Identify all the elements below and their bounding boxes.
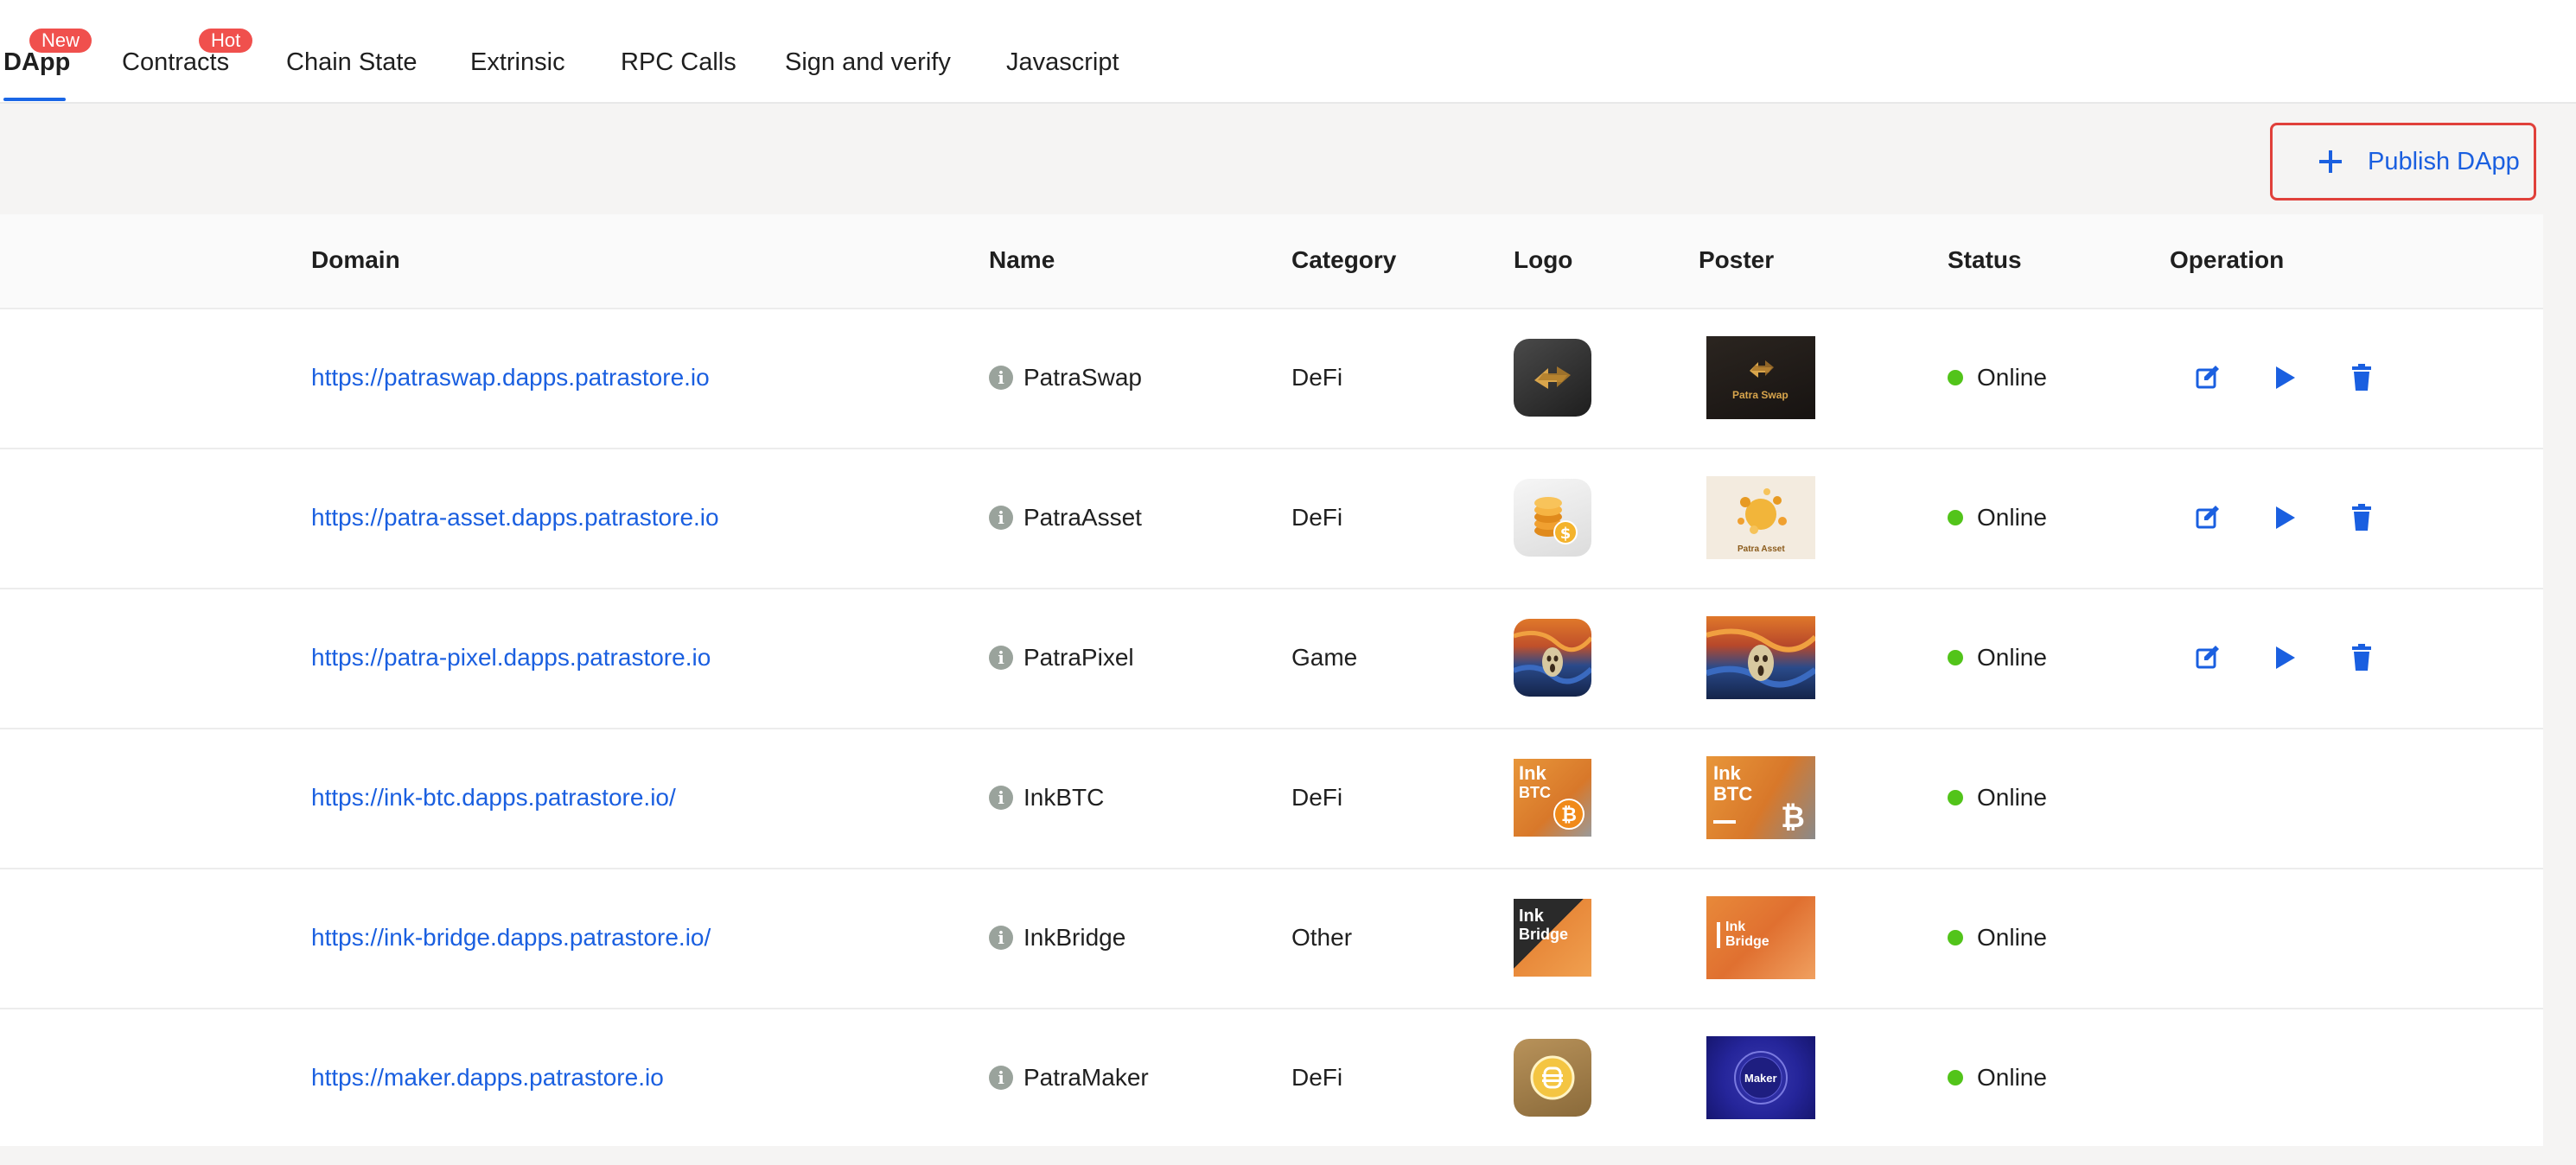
active-tab-indicator bbox=[3, 98, 66, 101]
status-text: Online bbox=[1977, 924, 2047, 951]
dapp-table: Domain Name Category Logo Poster Status … bbox=[0, 214, 2543, 1146]
tab-label: Chain State bbox=[286, 48, 418, 76]
online-status-dot bbox=[1948, 650, 1963, 665]
online-status-dot bbox=[1948, 510, 1963, 525]
tab-label: RPC Calls bbox=[621, 48, 736, 76]
dapp-category: Game bbox=[1291, 644, 1358, 671]
delete-icon[interactable] bbox=[2346, 362, 2377, 393]
online-status-dot bbox=[1948, 1070, 1963, 1085]
delete-icon[interactable] bbox=[2346, 502, 2377, 533]
dapp-category: DeFi bbox=[1291, 364, 1343, 391]
tab-rpc-calls[interactable]: RPC Calls bbox=[621, 43, 736, 81]
dapp-name: PatraSwap bbox=[1023, 364, 1142, 391]
hot-badge: Hot bbox=[199, 29, 253, 53]
status-text: Online bbox=[1977, 364, 2047, 391]
inkbridge-poster: Ink Bridge bbox=[1706, 896, 1815, 979]
inkbridge-logo: Ink Bridge bbox=[1514, 899, 1591, 977]
dapp-name: PatraMaker bbox=[1023, 1064, 1149, 1091]
domain-link[interactable]: https://ink-btc.dapps.patrastore.io/ bbox=[311, 784, 676, 812]
column-header-logo: Logo bbox=[1514, 246, 1573, 273]
column-header-operation: Operation bbox=[2170, 246, 2285, 273]
dapp-category: DeFi bbox=[1291, 504, 1343, 531]
delete-icon[interactable] bbox=[2346, 642, 2377, 673]
poster-text: Patra Swap bbox=[1732, 389, 1789, 401]
table-row: https://patra-asset.dapps.patrastore.io … bbox=[0, 448, 2543, 589]
inkbtc-logo: Ink BTC ₿ bbox=[1514, 759, 1591, 837]
edit-icon[interactable] bbox=[2192, 502, 2223, 533]
new-badge: New bbox=[29, 29, 92, 53]
patraswap-logo bbox=[1514, 339, 1591, 417]
status-text: Online bbox=[1977, 644, 2047, 671]
play-icon[interactable] bbox=[2268, 502, 2299, 533]
info-icon[interactable]: i bbox=[989, 926, 1013, 950]
dapp-category: Other bbox=[1291, 924, 1353, 951]
info-icon[interactable]: i bbox=[989, 786, 1013, 810]
dapp-category: DeFi bbox=[1291, 784, 1343, 811]
svg-text:₿: ₿ bbox=[1781, 800, 1805, 835]
tab-chain-state[interactable]: Chain State bbox=[286, 43, 418, 81]
logo-text: Ink bbox=[1519, 907, 1544, 926]
edit-icon[interactable] bbox=[2192, 642, 2223, 673]
svg-text:$: $ bbox=[1560, 525, 1572, 543]
tab-label: Sign and verify bbox=[785, 48, 951, 76]
patraasset-poster: Patra Asset bbox=[1706, 476, 1815, 559]
play-icon[interactable] bbox=[2268, 362, 2299, 393]
table-row: https://ink-bridge.dapps.patrastore.io/ … bbox=[0, 868, 2543, 1009]
column-header-domain: Domain bbox=[311, 246, 400, 273]
table-header: Domain Name Category Logo Poster Status … bbox=[0, 214, 2543, 309]
tab-extrinsic[interactable]: Extrinsic bbox=[470, 43, 565, 81]
column-header-category: Category bbox=[1291, 246, 1397, 273]
info-icon[interactable]: i bbox=[989, 1066, 1013, 1090]
patrapixel-poster bbox=[1706, 616, 1815, 699]
patraswap-poster: Patra Swap bbox=[1706, 336, 1815, 419]
svg-text:₿: ₿ bbox=[1561, 805, 1577, 826]
tab-javascript[interactable]: Javascript bbox=[1006, 43, 1119, 81]
tab-label: Extrinsic bbox=[470, 48, 565, 76]
patramaker-logo bbox=[1514, 1039, 1591, 1117]
tab-sign-and-verify[interactable]: Sign and verify bbox=[785, 43, 951, 81]
inkbtc-poster: Ink BTC ₿ bbox=[1706, 756, 1815, 839]
dapp-name: InkBTC bbox=[1023, 784, 1105, 811]
table-row: https://patra-pixel.dapps.patrastore.io … bbox=[0, 588, 2543, 729]
table-row: https://ink-btc.dapps.patrastore.io/ i I… bbox=[0, 728, 2543, 869]
status-text: Online bbox=[1977, 784, 2047, 811]
column-header-name: Name bbox=[989, 246, 1055, 273]
online-status-dot bbox=[1948, 790, 1963, 805]
domain-link[interactable]: https://patra-pixel.dapps.patrastore.io bbox=[311, 644, 711, 672]
info-icon[interactable]: i bbox=[989, 506, 1013, 530]
domain-link[interactable]: https://ink-bridge.dapps.patrastore.io/ bbox=[311, 924, 711, 952]
table-row: https://maker.dapps.patrastore.io i Patr… bbox=[0, 1008, 2543, 1148]
edit-icon[interactable] bbox=[2192, 362, 2223, 393]
column-header-status: Status bbox=[1948, 246, 2022, 273]
logo-text: Bridge bbox=[1519, 926, 1569, 943]
top-tab-bar: DApp New Contracts Hot Chain State Extri… bbox=[0, 0, 2576, 104]
dapp-name: InkBridge bbox=[1023, 924, 1126, 951]
status-text: Online bbox=[1977, 1064, 2047, 1091]
dapp-name: PatraPixel bbox=[1023, 644, 1134, 671]
info-icon[interactable]: i bbox=[989, 366, 1013, 390]
info-icon[interactable]: i bbox=[989, 646, 1013, 670]
dapp-name: PatraAsset bbox=[1023, 504, 1142, 531]
domain-link[interactable]: https://patra-asset.dapps.patrastore.io bbox=[311, 504, 719, 532]
dapp-category: DeFi bbox=[1291, 1064, 1343, 1091]
tab-label: Javascript bbox=[1006, 48, 1119, 76]
patramaker-poster: Maker bbox=[1706, 1036, 1815, 1119]
online-status-dot bbox=[1948, 930, 1963, 945]
column-header-poster: Poster bbox=[1699, 246, 1775, 273]
poster-text: Patra Asset bbox=[1738, 544, 1785, 554]
patraasset-logo: $ bbox=[1514, 479, 1591, 557]
poster-text: Maker bbox=[1744, 1072, 1777, 1085]
publish-dapp-button[interactable]: Publish DApp bbox=[2270, 123, 2536, 201]
plus-icon bbox=[2319, 150, 2342, 173]
status-text: Online bbox=[1977, 504, 2047, 531]
domain-link[interactable]: https://patraswap.dapps.patrastore.io bbox=[311, 364, 710, 392]
table-row: https://patraswap.dapps.patrastore.io i … bbox=[0, 308, 2543, 449]
play-icon[interactable] bbox=[2268, 642, 2299, 673]
domain-link[interactable]: https://maker.dapps.patrastore.io bbox=[311, 1064, 664, 1092]
patrapixel-logo bbox=[1514, 619, 1591, 697]
online-status-dot bbox=[1948, 370, 1963, 385]
poster-text: Ink Bridge bbox=[1725, 920, 1769, 949]
publish-dapp-label: Publish DApp bbox=[2368, 147, 2520, 175]
